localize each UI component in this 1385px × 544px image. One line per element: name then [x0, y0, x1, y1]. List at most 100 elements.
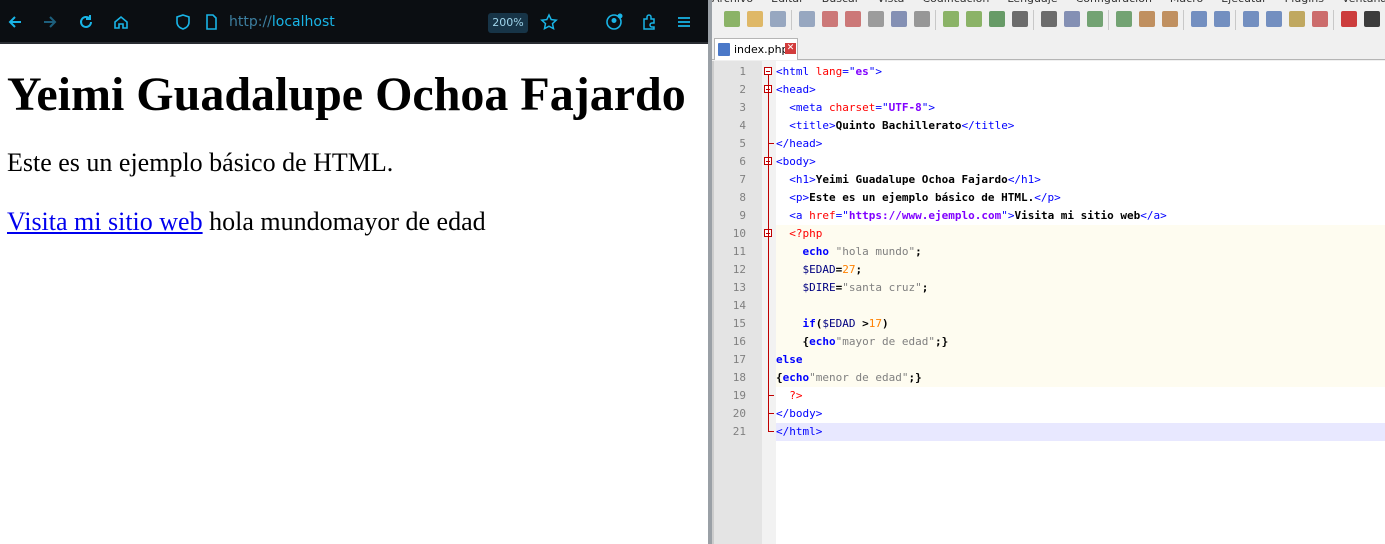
code-line[interactable]: 18 {echo"menor de edad";}: [714, 369, 1385, 387]
code-line[interactable]: 9 <a href="https://www.ejemplo.com">Visi…: [714, 207, 1385, 225]
website-link[interactable]: Visita mi sitio web: [7, 207, 203, 236]
line-number: 9: [739, 209, 746, 222]
toolbar-button-icon[interactable]: [1116, 11, 1132, 27]
toolbar-button-icon[interactable]: [966, 11, 982, 27]
fold-toggle-icon[interactable]: [764, 67, 772, 75]
toolbar-button-icon[interactable]: [1341, 11, 1357, 27]
line-number: 4: [739, 119, 746, 132]
toolbar-button-icon[interactable]: [914, 11, 930, 27]
toolbar-separator: [935, 10, 936, 30]
line-number: 19: [732, 389, 746, 402]
code-line[interactable]: 6 <body>: [714, 153, 1385, 171]
line-number: 18: [732, 371, 746, 384]
editor-toolbar: [712, 6, 1385, 34]
home-icon[interactable]: [110, 11, 132, 33]
menu-item[interactable]: Ventana: [1342, 0, 1385, 5]
menu-hamburger-icon[interactable]: [673, 11, 695, 33]
line-number: 1: [739, 65, 746, 78]
menu-item[interactable]: Macro: [1170, 0, 1203, 5]
toolbar-button-icon[interactable]: [822, 11, 838, 27]
toolbar-button-icon[interactable]: [1087, 11, 1103, 27]
menu-item[interactable]: Configuración: [1076, 0, 1152, 5]
code-line[interactable]: 12 $EDAD=27;: [714, 261, 1385, 279]
menu-item[interactable]: Plugins: [1285, 0, 1324, 5]
code-line[interactable]: 20 </body>: [714, 405, 1385, 423]
line-number: 6: [739, 155, 746, 168]
toolbar-button-icon[interactable]: [747, 11, 763, 27]
line-number: 12: [732, 263, 746, 276]
line-number: 17: [732, 353, 746, 366]
code-line[interactable]: 3 <meta charset="UTF-8">: [714, 99, 1385, 117]
code-line[interactable]: 2 <head>: [714, 81, 1385, 99]
menu-item[interactable]: Archivo: [712, 0, 753, 5]
toolbar-button-icon[interactable]: [770, 11, 786, 27]
code-line[interactable]: 1 <html lang="es">: [714, 63, 1385, 81]
code-line[interactable]: 15 if($EDAD >17): [714, 315, 1385, 333]
current-line-highlight: [776, 423, 1385, 441]
url-host: localhost: [271, 14, 335, 30]
line-number: 16: [732, 335, 746, 348]
line-number: 11: [732, 245, 746, 258]
menu-item[interactable]: Lenguaje: [1007, 0, 1057, 5]
zoom-level-badge[interactable]: 200%: [488, 13, 528, 33]
toolbar-button-icon[interactable]: [1064, 11, 1080, 27]
line-number: 14: [732, 299, 746, 312]
code-line[interactable]: 5 </head>: [714, 135, 1385, 153]
code-line[interactable]: 17 else: [714, 351, 1385, 369]
url-bar[interactable]: http://localhost: [229, 14, 335, 30]
toolbar-button-icon[interactable]: [1012, 11, 1028, 27]
tab-filename: index.php: [734, 43, 789, 56]
tab-index-php[interactable]: index.php ✕: [714, 38, 798, 60]
toolbar-button-icon[interactable]: [845, 11, 861, 27]
page-info-icon[interactable]: [200, 11, 222, 33]
extensions-icon[interactable]: [638, 11, 660, 33]
code-line[interactable]: 14: [714, 297, 1385, 315]
menu-item[interactable]: Codificación: [922, 0, 989, 5]
toolbar-button-icon[interactable]: [1041, 11, 1057, 27]
toolbar-button-icon[interactable]: [1243, 11, 1259, 27]
menu-item[interactable]: Buscar: [822, 0, 860, 5]
toolbar-button-icon[interactable]: [1162, 11, 1178, 27]
toolbar-button-icon[interactable]: [1191, 11, 1207, 27]
menu-item[interactable]: Editar: [771, 0, 804, 5]
code-line[interactable]: 21 </html>: [714, 423, 1385, 441]
code-line[interactable]: 7 <h1>Yeimi Guadalupe Ochoa Fajardo</h1>: [714, 171, 1385, 189]
toolbar-button-icon[interactable]: [943, 11, 959, 27]
code-text: </body>: [776, 407, 823, 420]
code-line[interactable]: 4 <title>Quinto Bachillerato</title>: [714, 117, 1385, 135]
code-area[interactable]: 1 <html lang="es"> 2 <head> 3 <meta charset=…: [712, 61, 1385, 544]
code-text: <head>: [776, 83, 816, 96]
fold-end: [768, 431, 774, 432]
close-tab-icon[interactable]: ✕: [785, 43, 796, 54]
account-icon[interactable]: [603, 11, 625, 33]
code-line[interactable]: 8 <p>Este es un ejemplo básico de HTML.<…: [714, 189, 1385, 207]
toolbar-separator: [791, 10, 792, 30]
page-link-line: Visita mi sitio web hola mundomayor de e…: [7, 207, 697, 237]
code-line[interactable]: 10 <?php: [714, 225, 1385, 243]
code-line[interactable]: 16 {echo"mayor de edad";}: [714, 333, 1385, 351]
toolbar-button-icon[interactable]: [1289, 11, 1305, 27]
toolbar-button-icon[interactable]: [1266, 11, 1282, 27]
toolbar-button-icon[interactable]: [1364, 11, 1380, 27]
menu-item[interactable]: Vista: [877, 0, 904, 5]
code-line[interactable]: 11 echo "hola mundo";: [714, 243, 1385, 261]
toolbar-button-icon[interactable]: [724, 11, 740, 27]
toolbar-button-icon[interactable]: [1214, 11, 1230, 27]
toolbar-button-icon[interactable]: [868, 11, 884, 27]
toolbar-button-icon[interactable]: [1312, 11, 1328, 27]
toolbar-button-icon[interactable]: [799, 11, 815, 27]
tracking-shield-icon[interactable]: [172, 11, 194, 33]
toolbar-button-icon[interactable]: [989, 11, 1005, 27]
toolbar-button-icon[interactable]: [891, 11, 907, 27]
back-arrow-icon[interactable]: [4, 11, 26, 33]
line-number: 2: [739, 83, 746, 96]
forward-arrow-icon[interactable]: [39, 11, 61, 33]
code-line[interactable]: 13 $DIRE="santa cruz";: [714, 279, 1385, 297]
bookmark-star-icon[interactable]: [538, 11, 560, 33]
reload-icon[interactable]: [75, 11, 97, 33]
toolbar-button-icon[interactable]: [1139, 11, 1155, 27]
menu-item[interactable]: Ejecutar: [1221, 0, 1266, 5]
code-text: <p>Este es un ejemplo básico de HTML.</p…: [776, 191, 1061, 204]
code-line[interactable]: 19 ?>: [714, 387, 1385, 405]
code-text: {echo"mayor de edad";}: [776, 335, 949, 348]
